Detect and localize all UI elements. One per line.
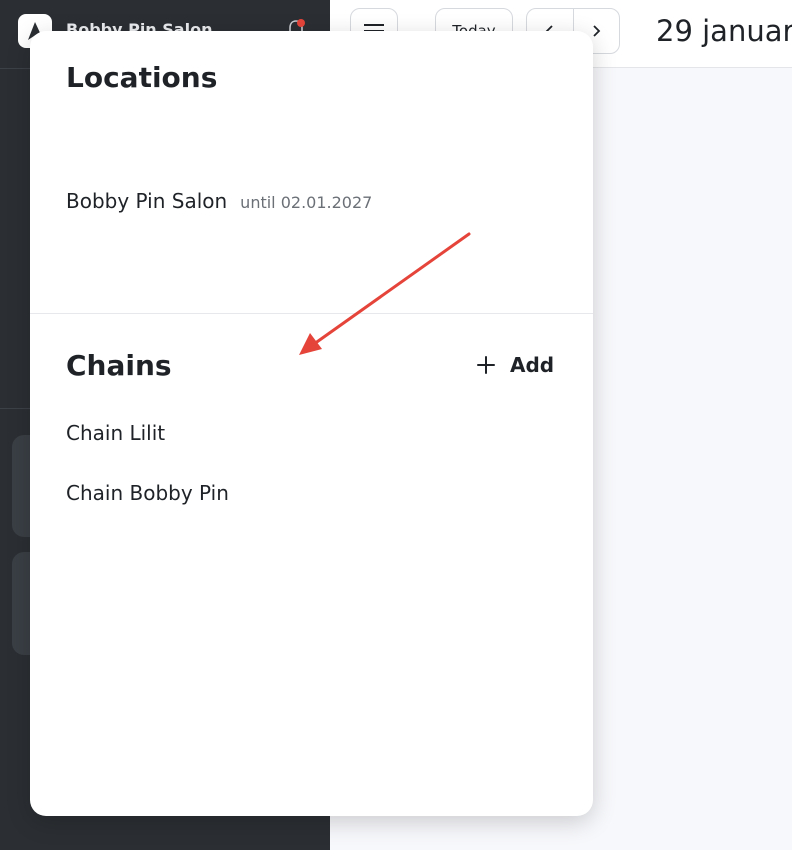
locations-modal: Locations Bobby Pin Salon until 02.01.20…: [30, 31, 593, 816]
date-title: 29 januari: [656, 14, 792, 48]
chevron-right-icon: [593, 25, 601, 37]
add-chain-button[interactable]: Add: [476, 353, 554, 377]
location-validity: until 02.01.2027: [240, 193, 373, 212]
section-divider: [30, 313, 593, 314]
location-name: Bobby Pin Salon: [66, 189, 228, 213]
chain-item[interactable]: Chain Lilit: [66, 421, 165, 445]
chains-title: Chains: [66, 349, 172, 382]
notification-dot: [297, 19, 305, 27]
plus-icon: [476, 355, 496, 375]
locations-title: Locations: [66, 61, 218, 94]
location-item[interactable]: Bobby Pin Salon until 02.01.2027: [66, 189, 372, 213]
add-label: Add: [510, 353, 555, 377]
chain-item[interactable]: Chain Bobby Pin: [66, 481, 229, 505]
